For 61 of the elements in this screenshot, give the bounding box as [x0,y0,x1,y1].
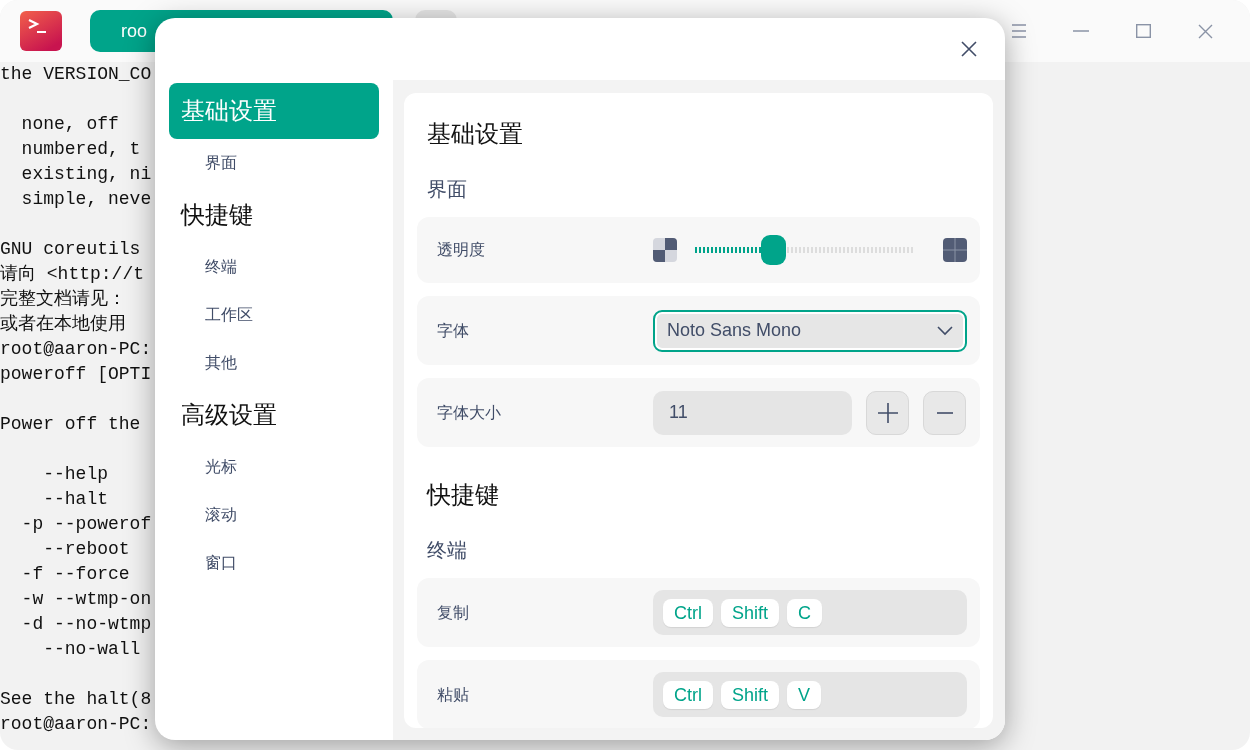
terminal-line: GNU coreutils [0,238,141,261]
close-icon [961,41,977,57]
nav-subitem[interactable]: 终端 [169,243,379,291]
terminal-line: the VERSION_CO [0,63,152,86]
nav-subitem[interactable]: 界面 [169,139,379,187]
group-heading: 终端 [426,538,468,563]
terminal-line: 或者在本地使用 [0,313,126,336]
slider-thumb[interactable] [761,235,787,265]
key-chip: Shift [721,598,780,627]
section-heading: 基础设置 [426,119,524,149]
terminal-line: existing, ni [20,163,152,186]
setting-label: 字体大小 [437,402,502,423]
nav-subitem[interactable]: 光标 [169,443,379,491]
terminal-line: --help [42,463,109,486]
terminal-line: simple, neve [20,188,152,211]
transparency-high-icon [943,238,967,262]
terminal-line: -f --force [20,563,130,586]
terminal-line: -d --no-wtmp [20,613,152,636]
key-chip: Ctrl [663,680,713,709]
minimize-icon [1073,30,1089,32]
terminal-line: root@aaron-PC: [0,338,152,361]
nav-subitem[interactable]: 工作区 [169,291,379,339]
section-heading: 快捷键 [425,480,500,510]
chevron-down-icon [937,325,953,336]
nav-subitem[interactable]: 窗口 [169,539,379,587]
terminal-line: 完整文档请见： [0,288,126,311]
terminal-line: See the halt(8 [0,688,152,711]
terminal-line: root@aaron-PC: [0,713,152,736]
key-chip: Shift [721,680,780,709]
terminal-line: --halt [42,488,109,511]
terminal-icon[interactable] [20,11,62,51]
terminal-line: numbered, t [20,138,141,161]
nav-item[interactable]: 高级设置 [169,387,379,443]
increase-button[interactable] [866,390,909,435]
terminal-line: -w --wtmp-on [20,588,152,611]
menu-icon [1011,24,1027,38]
terminal-line: Power off the [0,413,141,436]
transparency-low-icon [653,238,677,262]
font-size-field[interactable]: 11 [653,390,852,435]
font-dropdown[interactable]: Noto Sans Mono [653,309,967,352]
key-chip: Ctrl [663,598,713,627]
nav-subitem[interactable]: 其他 [169,339,379,387]
nav-subitem[interactable]: 滚动 [169,491,379,539]
close-icon [1197,23,1213,39]
minus-icon [936,411,953,414]
group-heading: 界面 [426,177,468,202]
terminal-line: --reboot [42,538,130,561]
terminal-line: 请向 <http://t [0,263,145,286]
plus-icon [877,402,898,423]
maximize-icon [1135,24,1151,38]
setting-label: 透明度 [437,240,486,260]
terminal-line: --no-wall [42,638,141,661]
nav-item[interactable]: 快捷键 [169,187,379,243]
terminal-line: poweroff [OPTI [0,363,152,386]
setting-label: 字体 [437,320,470,341]
setting-label: 复制 [437,602,470,623]
key-chip: V [787,680,822,709]
setting-label: 粘贴 [437,684,470,705]
terminal-line: none, off [20,113,119,136]
terminal-line: -p --powerof [20,513,152,536]
key-chip: C [787,598,823,627]
